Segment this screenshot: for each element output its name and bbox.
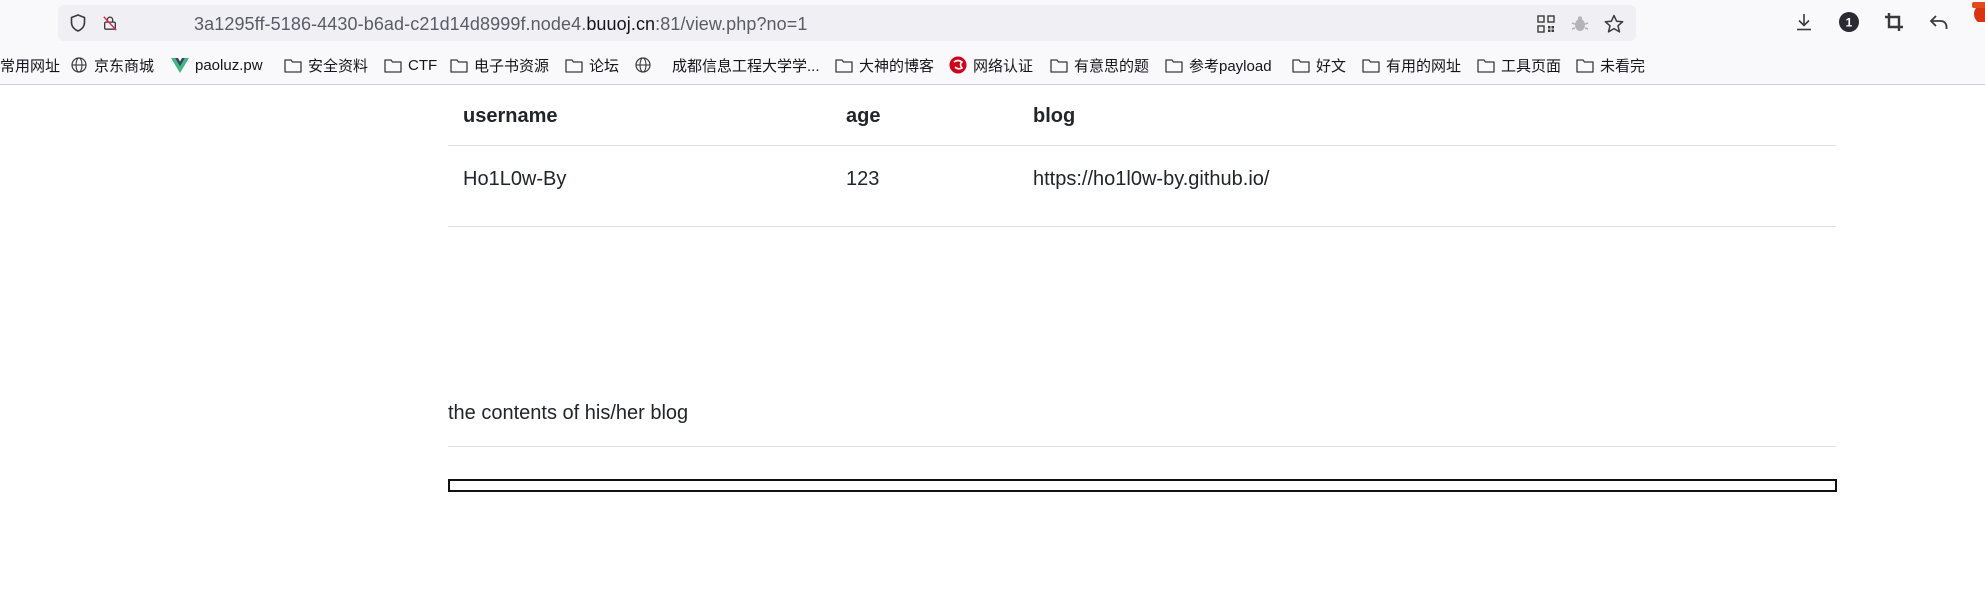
cell-username: Ho1L0w-By <box>463 168 567 190</box>
qr-code-icon[interactable] <box>1536 14 1556 34</box>
bookmark-item[interactable]: 常用网址 <box>0 54 60 76</box>
bookmark-item[interactable]: paoluz.pw <box>171 54 263 76</box>
browser-toolbar: 3a1295ff-5186-4430-b6ad-c21d14d8999f.nod… <box>0 0 1985 85</box>
folder-icon <box>1292 57 1310 73</box>
download-icon[interactable] <box>1793 11 1815 33</box>
bookmark-folder[interactable]: 电子书资源 <box>450 54 549 76</box>
insecure-lock-icon[interactable] <box>102 15 118 31</box>
screenshot-crop-icon[interactable] <box>1883 11 1905 33</box>
cell-age: 123 <box>846 168 880 190</box>
bookmark-folder[interactable]: 未看完 <box>1576 54 1645 76</box>
folder-icon <box>565 57 583 73</box>
bookmark-folder[interactable]: 安全资料 <box>284 54 368 76</box>
folder-icon <box>1362 57 1380 73</box>
bookmark-folder[interactable]: 大神的博客 <box>835 54 934 76</box>
bookmark-folder[interactable]: 有用的网址 <box>1362 54 1461 76</box>
bookmark-folder[interactable]: 论坛 <box>565 54 619 76</box>
user-table: username age blog Ho1L0w-By 123 https://… <box>448 85 1836 227</box>
bookmark-folder[interactable]: CTF <box>384 54 437 76</box>
address-bar[interactable]: 3a1295ff-5186-4430-b6ad-c21d14d8999f.nod… <box>58 5 1636 41</box>
table-row: Ho1L0w-By 123 https://ho1l0w-by.github.i… <box>448 146 1836 227</box>
undo-arrow-icon[interactable] <box>1928 11 1950 33</box>
extension-bug-icon[interactable] <box>1570 14 1590 34</box>
bookmark-star-icon[interactable] <box>1604 14 1624 34</box>
divider <box>448 446 1836 447</box>
folder-icon <box>1477 57 1495 73</box>
column-header-blog: blog <box>1033 105 1076 127</box>
bookmark-folder[interactable]: 有意思的题 <box>1050 54 1149 76</box>
bookmark-item[interactable]: 成都信息工程大学学... <box>634 54 820 76</box>
cell-blog: https://ho1l0w-by.github.io/ <box>1033 168 1270 190</box>
globe-icon <box>70 57 88 73</box>
folder-icon <box>1050 57 1068 73</box>
svg-text:1: 1 <box>1846 16 1853 30</box>
bookmarks-toolbar: 常用网址 京东商城 paoluz.pw 安全资料 CTF 电子书资源 论坛 成都… <box>0 50 1985 80</box>
blog-iframe[interactable] <box>448 479 1837 492</box>
bookmark-folder[interactable]: 工具页面 <box>1477 54 1561 76</box>
table-header-row: username age blog <box>448 85 1836 146</box>
bookmark-item[interactable]: 京东商城 <box>70 54 154 76</box>
profile-badge-icon[interactable] <box>1972 2 1985 22</box>
notification-1-icon[interactable]: 1 <box>1838 11 1860 33</box>
globe-icon <box>634 57 652 73</box>
bookmark-folder[interactable]: 好文 <box>1292 54 1346 76</box>
shield-icon[interactable] <box>70 14 86 32</box>
network-auth-logo-icon <box>949 56 967 74</box>
bookmark-folder[interactable]: 参考payload <box>1165 54 1272 76</box>
vue-logo-icon <box>171 57 189 73</box>
blog-contents-label: the contents of his/her blog <box>448 402 689 424</box>
folder-icon <box>450 57 468 73</box>
column-header-age: age <box>846 105 881 127</box>
bookmark-item[interactable]: 网络认证 <box>949 54 1033 76</box>
folder-icon <box>1165 57 1183 73</box>
url-text[interactable]: 3a1295ff-5186-4430-b6ad-c21d14d8999f.nod… <box>194 14 808 35</box>
folder-icon <box>384 57 402 73</box>
column-header-username: username <box>463 105 558 127</box>
folder-icon <box>284 57 302 73</box>
folder-icon <box>835 57 853 73</box>
folder-icon <box>1576 57 1594 73</box>
